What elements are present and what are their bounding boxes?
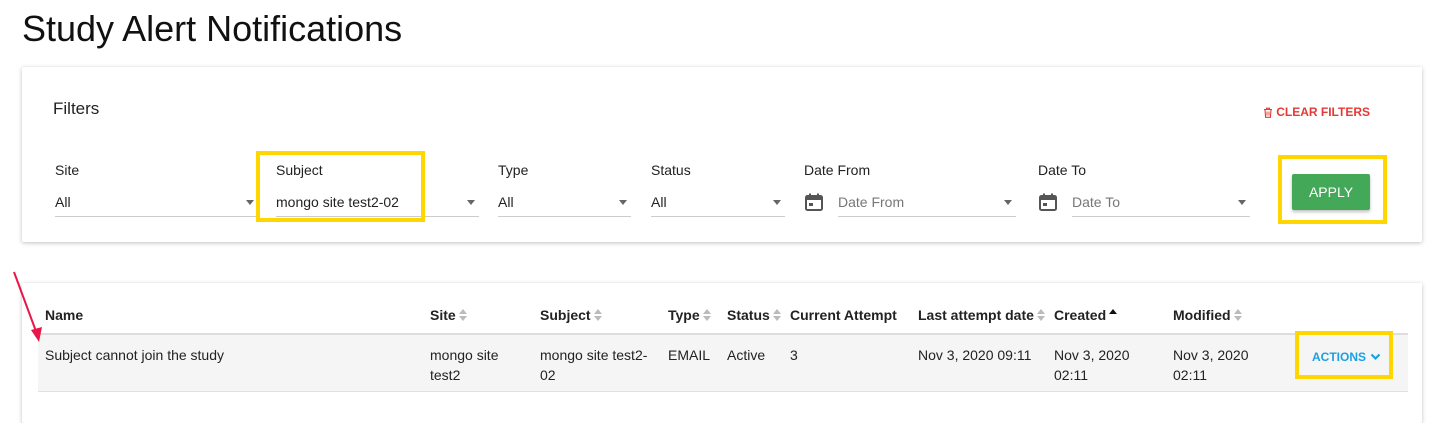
type-filter: Type All <box>498 162 631 217</box>
sort-icon <box>1233 308 1243 322</box>
apply-highlight-box <box>1278 155 1387 224</box>
sort-asc-icon <box>1108 308 1118 322</box>
sort-icon <box>593 308 603 322</box>
cell-type: EMAIL <box>668 347 711 363</box>
site-filter: Site All <box>55 162 258 217</box>
actions-highlight-box <box>1295 331 1393 379</box>
chevron-down-icon <box>773 200 781 205</box>
calendar-icon[interactable] <box>804 192 824 212</box>
cell-current-attempt: 3 <box>790 347 798 363</box>
chevron-down-icon <box>1004 200 1012 205</box>
date-to-placeholder: Date To <box>1072 194 1120 210</box>
type-select-value: All <box>498 194 514 210</box>
status-select[interactable]: All <box>651 192 785 217</box>
sort-icon <box>458 308 468 322</box>
status-filter-label: Status <box>651 162 691 178</box>
column-header-status[interactable]: Status <box>727 307 782 323</box>
clear-filters-button[interactable]: CLEAR FILTERS <box>1263 105 1370 119</box>
cell-created: Nov 3, 2020 02:11 <box>1054 347 1130 383</box>
site-select-value: All <box>55 194 71 210</box>
date-to-label: Date To <box>1038 162 1086 178</box>
date-from-label: Date From <box>804 162 871 178</box>
date-from-placeholder: Date From <box>838 194 905 210</box>
cell-subject: mongo site test2- 02 <box>540 347 648 383</box>
chevron-down-icon <box>1238 200 1246 205</box>
filters-title: Filters <box>53 99 100 118</box>
date-to-filter: Date To Date To <box>1038 162 1250 217</box>
date-to-input[interactable]: Date To <box>1072 192 1250 217</box>
column-header-type[interactable]: Type <box>668 307 712 323</box>
cell-status: Active <box>727 347 766 363</box>
chevron-down-icon <box>619 200 627 205</box>
sort-icon <box>772 308 782 322</box>
page-title: Study Alert Notifications <box>22 8 403 49</box>
calendar-icon[interactable] <box>1038 192 1058 212</box>
trash-icon <box>1264 107 1273 118</box>
chevron-down-icon <box>467 200 475 205</box>
filters-panel: Filters CLEAR FILTERS Site All Subject m… <box>22 67 1422 242</box>
alerts-table: Name Site Subject Type Status Current At… <box>22 283 1422 423</box>
column-header-current-attempt: Current Attempt <box>790 307 897 323</box>
cell-name: Subject cannot join the study <box>45 347 225 363</box>
subject-highlight-box <box>256 151 425 222</box>
column-header-last-attempt[interactable]: Last attempt date <box>918 307 1046 323</box>
type-filter-label: Type <box>498 162 529 178</box>
status-filter: Status All <box>651 162 785 217</box>
cell-last-attempt: Nov 3, 2020 09:11 <box>918 347 1032 363</box>
date-from-input[interactable]: Date From <box>838 192 1016 217</box>
column-header-site[interactable]: Site <box>430 307 468 323</box>
cell-modified: Nov 3, 2020 02:11 <box>1173 347 1249 383</box>
clear-filters-label: CLEAR FILTERS <box>1276 105 1370 119</box>
table-row[interactable]: Subject cannot join the study mongo site… <box>38 335 1408 392</box>
column-header-modified[interactable]: Modified <box>1173 307 1243 323</box>
sort-icon <box>1036 308 1046 322</box>
date-from-filter: Date From Date From <box>804 162 1016 217</box>
status-select-value: All <box>651 194 667 210</box>
chevron-down-icon <box>246 200 254 205</box>
site-select[interactable]: All <box>55 192 258 217</box>
cell-site: mongo site test2 <box>430 347 499 383</box>
column-header-name: Name <box>45 307 84 323</box>
column-header-subject[interactable]: Subject <box>540 307 603 323</box>
column-header-created[interactable]: Created <box>1054 307 1118 323</box>
sort-icon <box>702 308 712 322</box>
type-select[interactable]: All <box>498 192 631 217</box>
site-filter-label: Site <box>55 162 80 178</box>
